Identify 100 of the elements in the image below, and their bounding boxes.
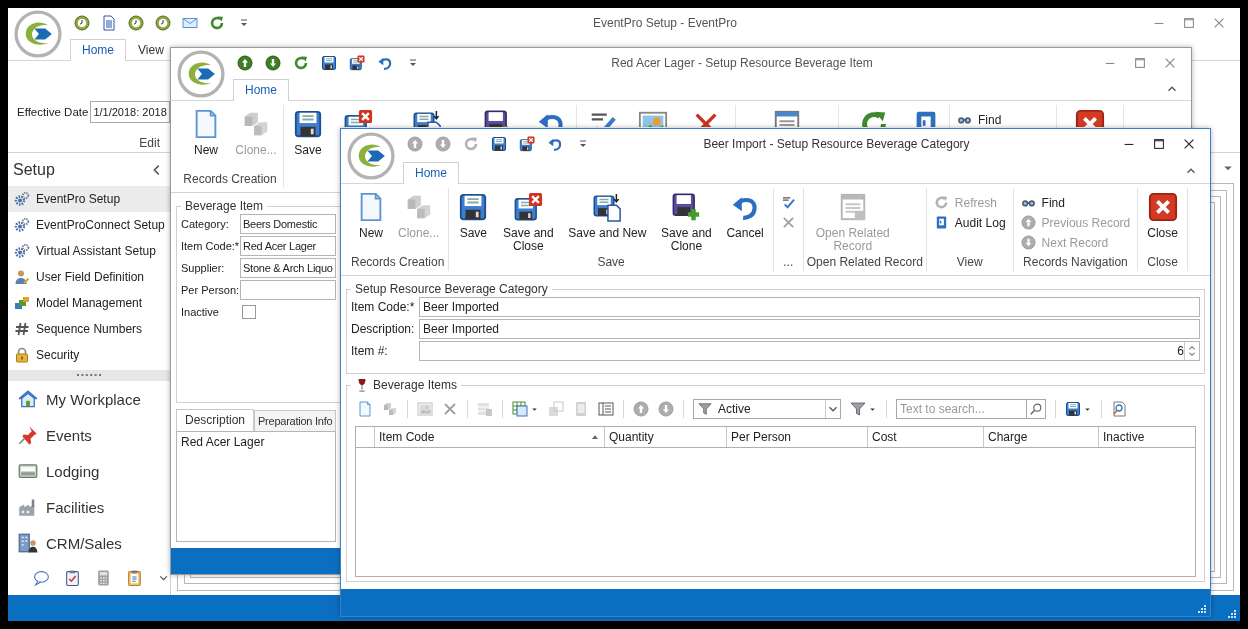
text-field[interactable]: Beer Imported	[419, 297, 1200, 317]
column-header[interactable]: Inactive	[1098, 427, 1195, 447]
ribbon-tab[interactable]: Home	[70, 39, 126, 61]
home-icon	[18, 389, 38, 409]
ribbon-tab[interactable]: Home	[403, 162, 459, 184]
ribbon-tab[interactable]: Home	[233, 79, 289, 101]
gears-icon	[14, 191, 30, 207]
sidebar-item[interactable]: EventProConnect Setup	[8, 212, 170, 238]
group-label: Records Navigation	[1022, 255, 1129, 271]
checklist-icon[interactable]	[63, 569, 81, 587]
floppy-page-icon	[592, 192, 623, 222]
column-header[interactable]: Cost	[867, 427, 983, 447]
spell-check-icon	[780, 195, 796, 210]
grid-icon[interactable]	[512, 401, 528, 417]
column-header[interactable]: Charge	[983, 427, 1098, 447]
field-label: Item #:	[351, 344, 389, 358]
app-logo[interactable]	[14, 10, 62, 58]
new-button[interactable]: New	[350, 190, 392, 255]
nav-item[interactable]: Lodging	[8, 453, 170, 489]
tab[interactable]: Preparation Info	[254, 410, 337, 432]
gears-icon	[14, 243, 30, 259]
find-button[interactable]: Find	[953, 111, 1053, 128]
floppy-close-icon[interactable]	[519, 136, 535, 152]
text-field[interactable]: Red Acer Lager	[240, 236, 336, 256]
app-logo[interactable]	[347, 132, 395, 180]
search-field[interactable]: Text to search...	[896, 399, 1026, 419]
sidebar-item[interactable]: EventPro Setup	[8, 186, 170, 212]
sidebar-title: Setup	[13, 160, 55, 179]
column-header[interactable]: Per Person	[726, 427, 867, 447]
floppy-close-icon[interactable]	[349, 55, 365, 71]
maximize-icon[interactable]	[1152, 137, 1166, 151]
sidebar-item[interactable]: Model Management	[8, 290, 170, 316]
clock-icon[interactable]	[155, 15, 171, 31]
filter-icon[interactable]	[850, 401, 866, 417]
refresh-icon[interactable]	[209, 15, 225, 31]
nav-item[interactable]: Events	[8, 417, 170, 453]
save-and-close-button[interactable]: Save and Close	[494, 190, 563, 255]
resize-grip-icon[interactable]	[1198, 605, 1206, 613]
lock-icon	[14, 347, 30, 363]
envelope-icon[interactable]	[182, 15, 198, 31]
nav-item[interactable]: Facilities	[8, 489, 170, 525]
clipboard-icon[interactable]	[125, 569, 143, 587]
window-title: Beer Import - Setup Resource Beverage Category	[702, 137, 971, 151]
group-title: Setup Resource Beverage Category	[355, 282, 548, 296]
find-button[interactable]: Find	[1016, 194, 1135, 211]
clock-icon[interactable]	[74, 15, 90, 31]
delete-icon	[780, 215, 796, 230]
audit-log-button[interactable]: Audit Log	[929, 214, 1010, 231]
resize-grip-icon[interactable]	[1228, 610, 1236, 618]
filter-dropdown[interactable]: Active	[693, 399, 841, 419]
field-label: Per Person:	[181, 284, 240, 296]
group-label: Records Creation	[182, 172, 278, 188]
sidebar-item[interactable]: Sequence Numbers	[8, 316, 170, 342]
field-label: Inactive	[181, 306, 220, 318]
sidebar-item[interactable]: Security	[8, 342, 170, 368]
search-icon[interactable]	[1026, 399, 1046, 419]
new-button[interactable]: New	[180, 107, 232, 157]
text-field[interactable]	[240, 280, 336, 300]
nav-item[interactable]: CRM/Sales	[8, 525, 170, 561]
clock-icon[interactable]	[128, 15, 144, 31]
ribbon-tab[interactable]: View	[131, 39, 171, 61]
speech-bubble-icon[interactable]	[33, 569, 50, 587]
tab[interactable]: Description	[176, 409, 255, 432]
text-field[interactable]: Stone & Arch Liquo	[240, 258, 336, 278]
sidebar-item[interactable]: Virtual Assistant Setup	[8, 238, 170, 264]
details-icon[interactable]	[598, 401, 614, 417]
field-label: Item Code:*	[181, 240, 240, 252]
checkbox[interactable]	[242, 305, 256, 319]
bed-icon	[18, 461, 38, 481]
new-page-icon[interactable]	[357, 401, 373, 417]
number-field[interactable]: 6	[419, 341, 1200, 361]
boxes-icon	[14, 295, 30, 311]
close-button[interactable]: Close	[1141, 190, 1184, 255]
date-field[interactable]: 1/1/2018: 2018	[90, 100, 170, 123]
field-label: Effective Date	[17, 105, 89, 118]
floppy-close-icon	[513, 192, 544, 222]
refresh-icon[interactable]	[293, 55, 309, 71]
splitter-grip-icon[interactable]	[77, 374, 101, 377]
filter-icon	[698, 402, 712, 416]
document-icon[interactable]	[101, 15, 117, 31]
undo-icon[interactable]	[377, 55, 393, 71]
text-area[interactable]: Red Acer Lager	[176, 431, 336, 542]
find-page-icon[interactable]	[1111, 401, 1127, 417]
column-header[interactable]: Item Code	[374, 427, 604, 447]
text-field[interactable]: Beers Domestic	[240, 214, 336, 234]
save-and-clone-button[interactable]: Save and Clone	[652, 190, 721, 255]
cancel-button[interactable]: Cancel	[720, 190, 770, 255]
nav-item[interactable]: My Workplace	[8, 381, 170, 417]
text-field[interactable]: Beer Imported	[419, 319, 1200, 339]
save-button[interactable]: Save	[452, 190, 495, 255]
group-label: View	[955, 255, 984, 271]
sidebar-item[interactable]: User Field Definition	[8, 264, 170, 290]
undo-icon[interactable]	[547, 136, 563, 152]
save-and-new-button[interactable]: Save and New	[562, 190, 653, 255]
save-button[interactable]: Save	[287, 107, 329, 157]
field-label: Category:	[181, 218, 230, 230]
column-header[interactable]: Quantity	[604, 427, 726, 447]
group-label: ...	[782, 255, 795, 271]
app-logo[interactable]	[177, 50, 225, 98]
close-icon[interactable]	[1182, 137, 1196, 151]
